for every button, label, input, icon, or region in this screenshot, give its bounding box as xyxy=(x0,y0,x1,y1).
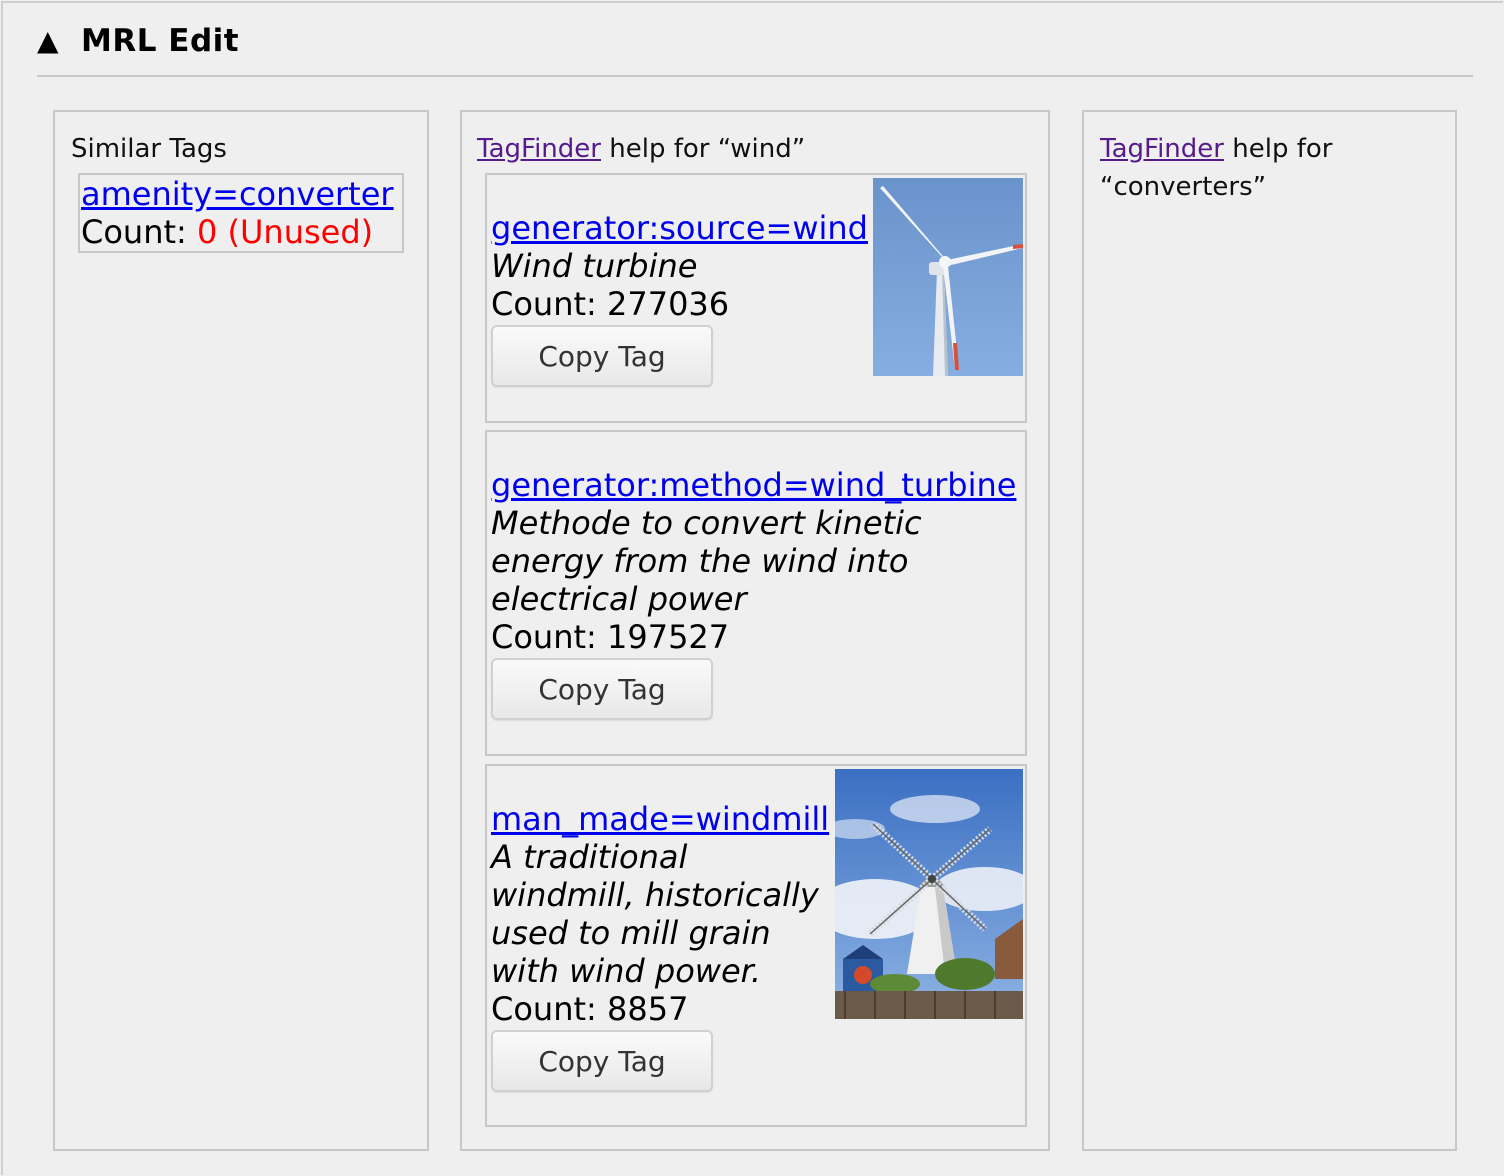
tag-result-card: man_made=windmill A traditional windmill… xyxy=(485,764,1027,1127)
tag-result-count: Count: 8857 xyxy=(491,990,689,1028)
mrl-edit-section: ▲ MRL Edit Similar Tags amenity=converte… xyxy=(1,1,1503,1175)
header-divider xyxy=(37,75,1473,77)
tag-result-description: Wind turbine xyxy=(491,247,698,285)
tagfinder-link[interactable]: TagFinder xyxy=(1100,134,1224,164)
tag-result-link[interactable]: generator:method=wind_turbine xyxy=(491,466,1016,504)
section-header[interactable]: ▲ MRL Edit xyxy=(37,21,239,61)
similar-tags-panel: Similar Tags amenity=converter Count: 0 … xyxy=(53,110,429,1151)
tagfinder-wind-heading: TagFinder help for “wind” xyxy=(477,130,805,168)
collapse-triangle-icon[interactable]: ▲ xyxy=(37,21,81,61)
tag-result-count: Count: 277036 xyxy=(491,285,730,323)
section-title: MRL Edit xyxy=(81,23,240,59)
windmill-photo-icon xyxy=(835,769,1023,1019)
count-unused-value: 0 (Unused) xyxy=(196,213,374,251)
tagfinder-converters-panel: TagFinder help for “converters” xyxy=(1082,110,1457,1151)
copy-tag-button[interactable]: Copy Tag xyxy=(491,325,713,387)
similar-tag-count: Count: 0 (Unused) xyxy=(81,213,402,251)
wind-turbine-image xyxy=(873,178,1023,376)
similar-tags-heading: Similar Tags xyxy=(71,134,227,164)
tag-result-card: generator:method=wind_turbine Methode to… xyxy=(485,430,1027,756)
similar-tag-item: amenity=converter Count: 0 (Unused) xyxy=(78,173,404,253)
tag-result-count: Count: 197527 xyxy=(491,618,730,656)
tag-result-description: Methode to convert kinetic energy from t… xyxy=(491,504,922,618)
count-label: Count: xyxy=(81,213,187,251)
tag-result-link[interactable]: generator:source=wind xyxy=(491,209,868,247)
copy-tag-button[interactable]: Copy Tag xyxy=(491,658,713,720)
tag-result-card: generator:source=wind Wind turbine Count… xyxy=(485,173,1027,423)
windmill-image xyxy=(835,769,1023,1019)
wind-turbine-photo-icon xyxy=(873,178,1023,376)
copy-tag-button[interactable]: Copy Tag xyxy=(491,1030,713,1092)
tagfinder-wind-panel: TagFinder help for “wind” generator:sour… xyxy=(460,110,1050,1151)
tagfinder-converters-heading: TagFinder help for “converters” xyxy=(1100,130,1420,206)
tag-result-link[interactable]: man_made=windmill xyxy=(491,800,829,838)
similar-tag-link[interactable]: amenity=converter xyxy=(81,175,402,213)
tag-result-description: A traditional windmill, historically use… xyxy=(491,838,819,990)
tagfinder-wind-heading-text: help for “wind” xyxy=(600,134,806,164)
tagfinder-link[interactable]: TagFinder xyxy=(477,134,601,164)
